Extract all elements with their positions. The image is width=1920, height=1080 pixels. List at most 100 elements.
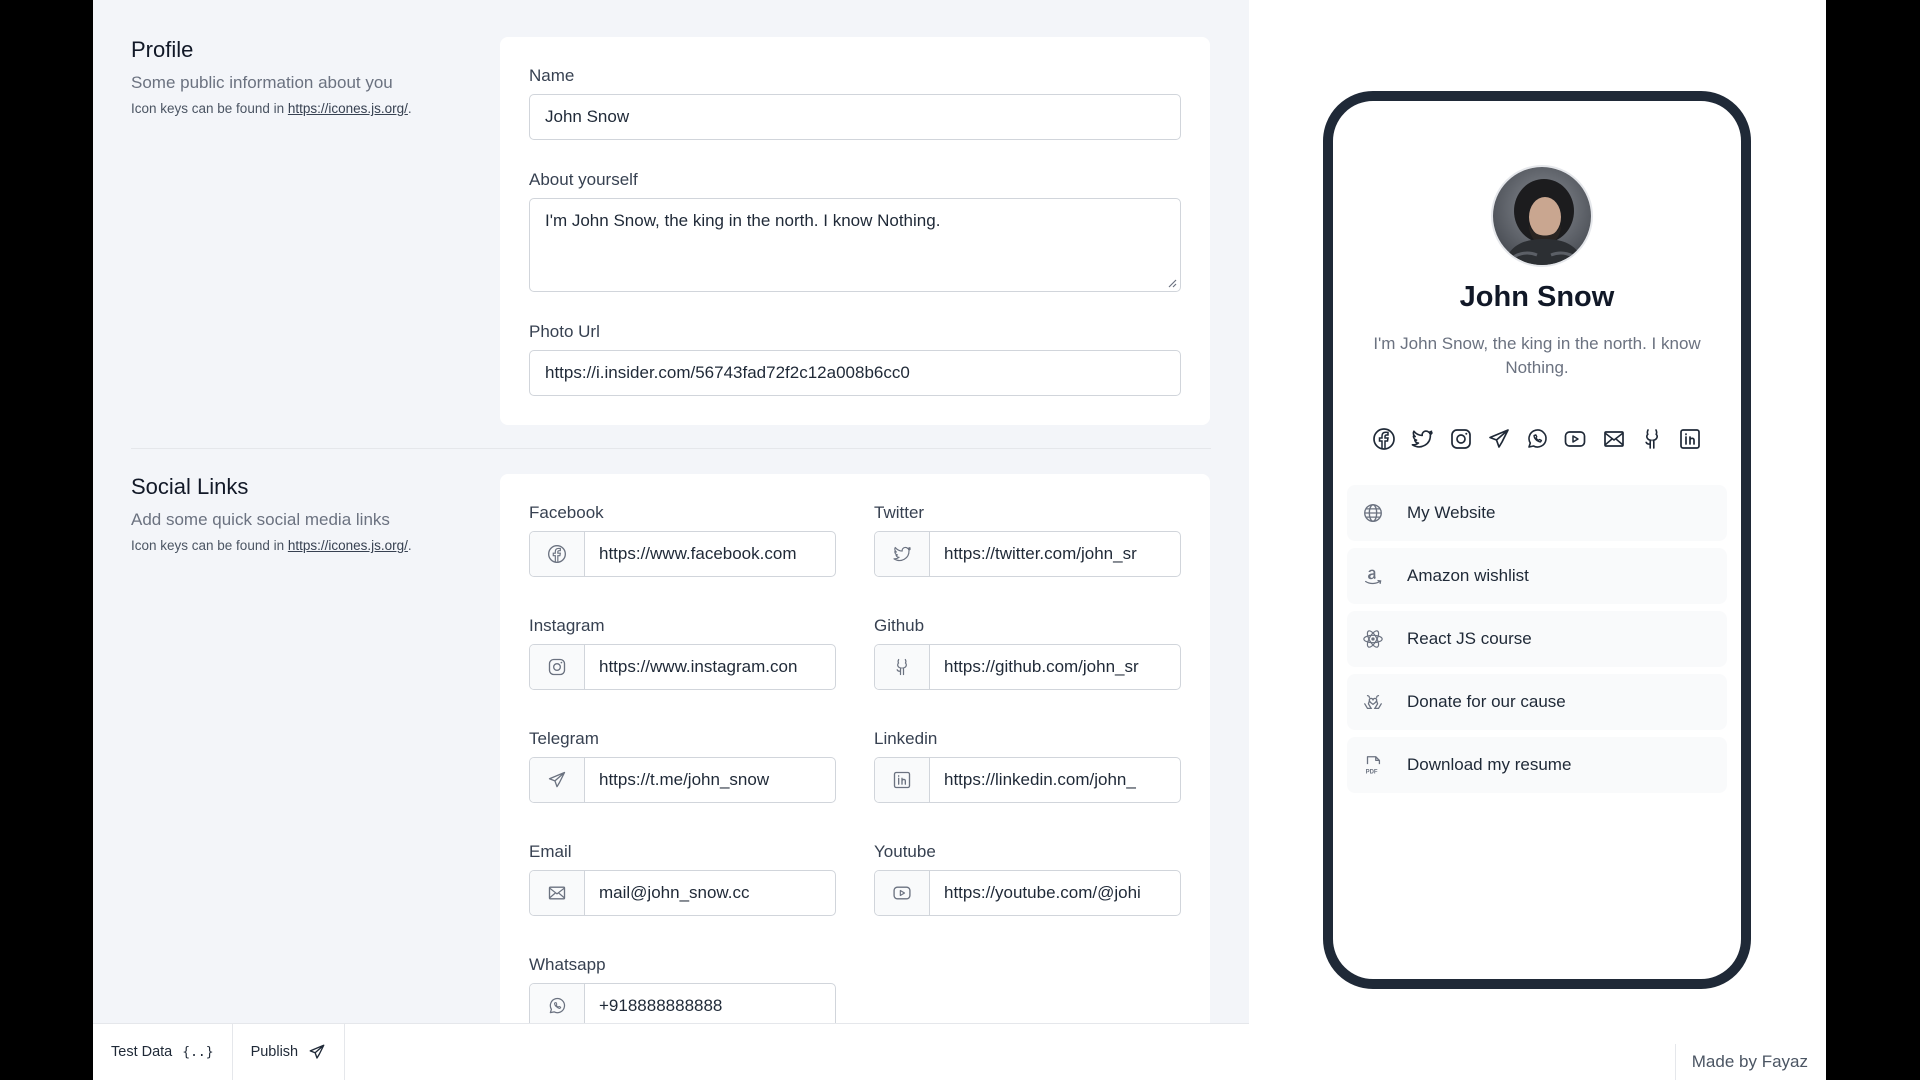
instagram-value: https://www.instagram.con <box>599 657 798 676</box>
github-label: Github <box>874 616 925 635</box>
youtube-value: https://youtube.com/@johi <box>944 883 1141 902</box>
whatsapp-icon[interactable] <box>1524 426 1550 452</box>
name-label: Name <box>529 66 575 85</box>
preview-social-icons <box>1371 426 1703 452</box>
profile-title: Profile <box>131 37 194 62</box>
whatsapp-label: Whatsapp <box>529 955 606 974</box>
facebook-value: https://www.facebook.com <box>599 544 797 563</box>
link-label: Donate for our cause <box>1407 692 1566 711</box>
photo-url-label: Photo Url <box>529 322 600 341</box>
name-input[interactable]: John Snow <box>529 94 1181 140</box>
profile-note-suffix: . <box>407 101 412 116</box>
avatar <box>1491 165 1593 267</box>
linkedin-value: https://linkedin.com/john_ <box>944 770 1136 789</box>
about-textarea[interactable]: I'm John Snow, the king in the north. I … <box>529 198 1181 292</box>
github-field[interactable]: https://github.com/john_sr <box>874 644 1181 690</box>
instagram-icon[interactable] <box>1448 426 1474 452</box>
social-section-info: Social Links Add some quick social media… <box>131 474 461 553</box>
youtube-label: Youtube <box>874 842 936 861</box>
twitter-icon[interactable] <box>1409 426 1435 452</box>
instagram-icon <box>530 645 585 689</box>
link-my-website[interactable]: My Website <box>1347 485 1727 541</box>
twitter-value: https://twitter.com/john_sr <box>944 544 1137 563</box>
about-label: About yourself <box>529 170 638 189</box>
profile-description: Some public information about you <box>131 73 393 92</box>
left-black-border <box>0 0 93 1080</box>
link-label: My Website <box>1407 503 1496 522</box>
whatsapp-icon <box>530 984 585 1028</box>
icones-link[interactable]: https://icones.js.org/ <box>288 101 408 116</box>
test-data-label: Test Data <box>111 1044 173 1060</box>
photo-url-input[interactable]: https://i.insider.com/56743fad72f2c12a00… <box>529 350 1181 396</box>
braces-icon: {..} <box>182 1044 214 1060</box>
social-description: Add some quick social media links <box>131 510 390 529</box>
youtube-field[interactable]: https://youtube.com/@johi <box>874 870 1181 916</box>
donate-icon <box>1361 690 1385 714</box>
editor-pane: Profile Some public information about yo… <box>93 0 1249 1080</box>
preview-links: My Website Amazon wishlist React JS cour… <box>1347 485 1727 800</box>
telegram-label: Telegram <box>529 729 599 748</box>
github-icon[interactable] <box>1639 426 1665 452</box>
link-resume[interactable]: PDF Download my resume <box>1347 737 1727 793</box>
youtube-icon[interactable] <box>1562 426 1588 452</box>
publish-label: Publish <box>250 1044 299 1060</box>
section-divider <box>131 448 1211 449</box>
preview-name: John Snow <box>1459 281 1615 313</box>
linkedin-icon <box>875 758 930 802</box>
facebook-label: Facebook <box>529 503 604 522</box>
facebook-icon <box>530 532 585 576</box>
preview-bio: I'm John Snow, the king in the north. I … <box>1373 334 1701 377</box>
social-note-prefix: Icon keys can be found in <box>131 538 288 553</box>
link-amazon-wishlist[interactable]: Amazon wishlist <box>1347 548 1727 604</box>
bottom-toolbar: Test Data {..} Publish <box>93 1023 1249 1080</box>
resize-grip-icon[interactable] <box>1167 278 1177 288</box>
linkedin-field[interactable]: https://linkedin.com/john_ <box>874 757 1181 803</box>
social-note-suffix: . <box>407 538 412 553</box>
profile-section-info: Profile Some public information about yo… <box>131 37 461 116</box>
about-text: I'm John Snow, the king in the north. I … <box>545 211 941 230</box>
instagram-field[interactable]: https://www.instagram.con <box>529 644 836 690</box>
profile-note-prefix: Icon keys can be found in <box>131 101 288 116</box>
link-react-course[interactable]: React JS course <box>1347 611 1727 667</box>
facebook-icon[interactable] <box>1371 426 1397 452</box>
email-value: mail@john_snow.cc <box>599 883 750 902</box>
telegram-field[interactable]: https://t.me/john_snow <box>529 757 836 803</box>
twitter-icon <box>875 532 930 576</box>
test-data-button[interactable]: Test Data {..} <box>93 1024 233 1080</box>
whatsapp-value: +918888888888 <box>599 996 723 1015</box>
send-icon <box>309 1044 325 1059</box>
linkedin-label: Linkedin <box>874 729 938 748</box>
github-value: https://github.com/john_sr <box>944 657 1139 676</box>
link-donate[interactable]: Donate for our cause <box>1347 674 1727 730</box>
email-field[interactable]: mail@john_snow.cc <box>529 870 836 916</box>
github-icon <box>875 645 930 689</box>
social-card: Facebook https://www.facebook.com Twitte… <box>500 474 1210 1080</box>
instagram-label: Instagram <box>529 616 605 635</box>
facebook-field[interactable]: https://www.facebook.com <box>529 531 836 577</box>
publish-button[interactable]: Publish <box>233 1024 346 1080</box>
credit-text: Made by Fayaz <box>1674 1044 1808 1080</box>
mail-icon[interactable] <box>1601 426 1627 452</box>
preview-pane: John Snow I'm John Snow, the king in the… <box>1249 0 1826 1080</box>
profile-note: Icon keys can be found in https://icones… <box>131 101 461 116</box>
mail-icon <box>530 871 585 915</box>
twitter-field[interactable]: https://twitter.com/john_sr <box>874 531 1181 577</box>
right-black-border <box>1826 0 1920 1080</box>
svg-text:PDF: PDF <box>1366 769 1378 775</box>
amazon-icon <box>1361 564 1385 588</box>
link-label: Amazon wishlist <box>1407 566 1529 585</box>
social-title: Social Links <box>131 474 249 499</box>
twitter-label: Twitter <box>874 503 925 522</box>
telegram-icon <box>530 758 585 802</box>
globe-icon <box>1361 501 1385 525</box>
phone-mockup: John Snow I'm John Snow, the king in the… <box>1323 91 1751 989</box>
profile-card: Name John Snow About yourself I'm John S… <box>500 37 1210 425</box>
email-label: Email <box>529 842 572 861</box>
icones-link[interactable]: https://icones.js.org/ <box>288 538 408 553</box>
telegram-icon[interactable] <box>1486 426 1512 452</box>
social-note: Icon keys can be found in https://icones… <box>131 538 461 553</box>
youtube-icon <box>875 871 930 915</box>
react-icon <box>1361 627 1385 651</box>
link-label: Download my resume <box>1407 755 1572 774</box>
linkedin-icon[interactable] <box>1677 426 1703 452</box>
